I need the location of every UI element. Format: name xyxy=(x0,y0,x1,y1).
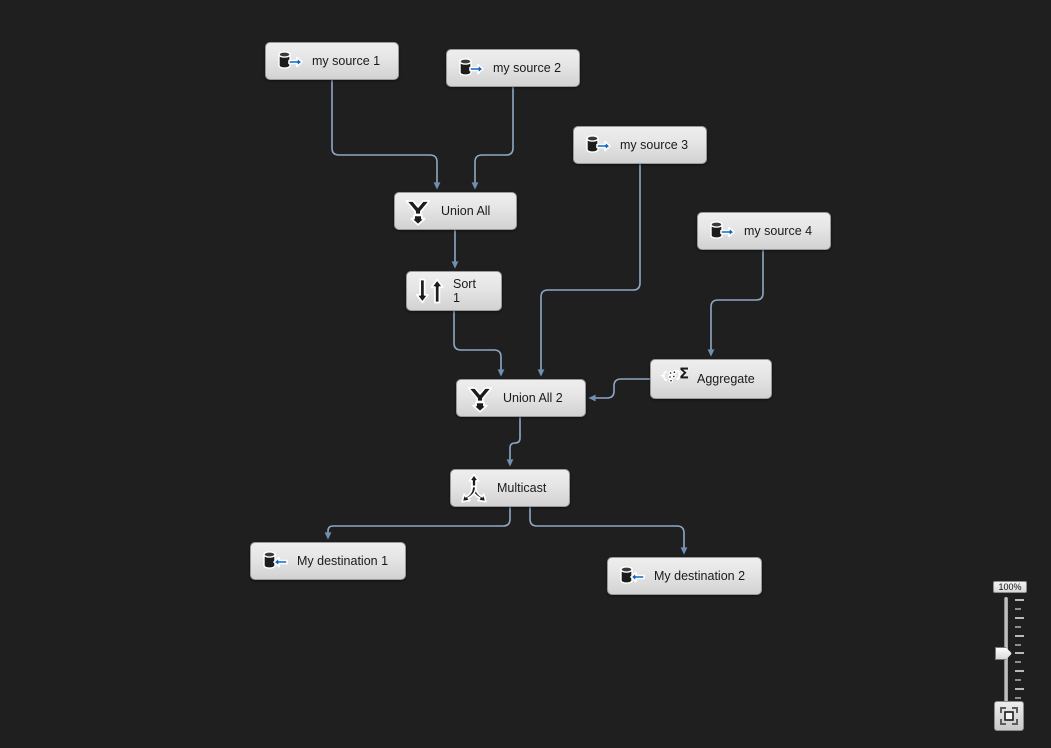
fit-to-window-button[interactable] xyxy=(994,701,1024,731)
node-label-wrap: My destination 2 xyxy=(654,569,745,583)
source-database-icon xyxy=(274,46,304,76)
source-database-icon xyxy=(455,53,485,83)
node-sublabel: 1 xyxy=(453,291,460,305)
node-label-wrap: my source 1 xyxy=(312,54,380,68)
node-dst2[interactable]: My destination 2 xyxy=(607,557,762,595)
union-all-icon xyxy=(403,196,433,226)
aggregate-icon: Σ xyxy=(659,364,689,394)
node-label: my source 2 xyxy=(493,60,562,75)
node-label: my source 3 xyxy=(620,137,689,152)
svg-text:Σ: Σ xyxy=(679,365,689,383)
zoom-slider-ticks xyxy=(1015,599,1024,708)
node-label: My destination 2 xyxy=(654,568,746,583)
node-label: Aggregate xyxy=(697,371,755,386)
edge-e2[interactable] xyxy=(471,87,514,190)
node-label-wrap: my source 4 xyxy=(744,224,812,238)
zoom-slider[interactable] xyxy=(995,597,1027,710)
edge-layer xyxy=(324,80,764,555)
node-label: Multicast xyxy=(497,480,547,495)
sort-icon xyxy=(415,276,445,306)
node-label: Sort xyxy=(453,276,476,291)
multicast-icon xyxy=(459,473,489,503)
node-label-wrap: Aggregate xyxy=(697,372,755,386)
zoom-control[interactable]: 100% xyxy=(993,581,1029,733)
edge-e8[interactable] xyxy=(506,417,521,467)
node-label-wrap: Union All 2 xyxy=(503,391,563,405)
union-all-icon xyxy=(465,383,495,413)
node-src2[interactable]: my source 2 xyxy=(446,49,580,87)
node-src1[interactable]: my source 1 xyxy=(265,42,399,80)
edge-e6[interactable] xyxy=(707,250,764,357)
node-dst1[interactable]: My destination 1 xyxy=(250,542,406,580)
node-label-wrap: My destination 1 xyxy=(297,554,388,568)
source-database-icon xyxy=(706,216,736,246)
edge-e4[interactable] xyxy=(453,311,505,377)
edge-e10[interactable] xyxy=(529,507,688,555)
dataflow-canvas[interactable]: my source 1 my source 2 my source 3 my sour… xyxy=(0,0,1051,748)
node-label-wrap: Union All xyxy=(441,204,490,218)
zoom-slider-thumb[interactable] xyxy=(995,647,1012,660)
node-label: My destination 1 xyxy=(297,553,389,568)
edge-e1[interactable] xyxy=(331,80,441,190)
node-agg[interactable]: Σ Aggregate xyxy=(650,359,772,399)
source-database-icon xyxy=(582,130,612,160)
node-label-wrap: Multicast xyxy=(497,481,546,495)
node-sort[interactable]: Sort 1 xyxy=(406,271,502,311)
node-label-wrap: my source 2 xyxy=(493,61,561,75)
node-src3[interactable]: my source 3 xyxy=(573,126,707,164)
edge-e5[interactable] xyxy=(537,164,641,377)
edge-e7[interactable] xyxy=(588,378,650,402)
node-label: Union All 2 xyxy=(503,390,563,405)
node-label: Union All xyxy=(441,203,491,218)
node-label-wrap: my source 3 xyxy=(620,138,688,152)
node-multi[interactable]: Multicast xyxy=(450,469,570,507)
node-label: my source 4 xyxy=(744,223,813,238)
fit-to-window-icon xyxy=(1000,707,1018,725)
node-union1[interactable]: Union All xyxy=(394,192,517,230)
destination-database-icon xyxy=(616,561,646,591)
node-label: my source 1 xyxy=(312,53,381,68)
destination-database-icon xyxy=(259,546,289,576)
node-union2[interactable]: Union All 2 xyxy=(456,379,586,417)
node-label-wrap: Sort 1 xyxy=(453,277,476,306)
edge-e9[interactable] xyxy=(324,507,511,540)
zoom-percent-label: 100% xyxy=(993,581,1027,593)
node-src4[interactable]: my source 4 xyxy=(697,212,831,250)
